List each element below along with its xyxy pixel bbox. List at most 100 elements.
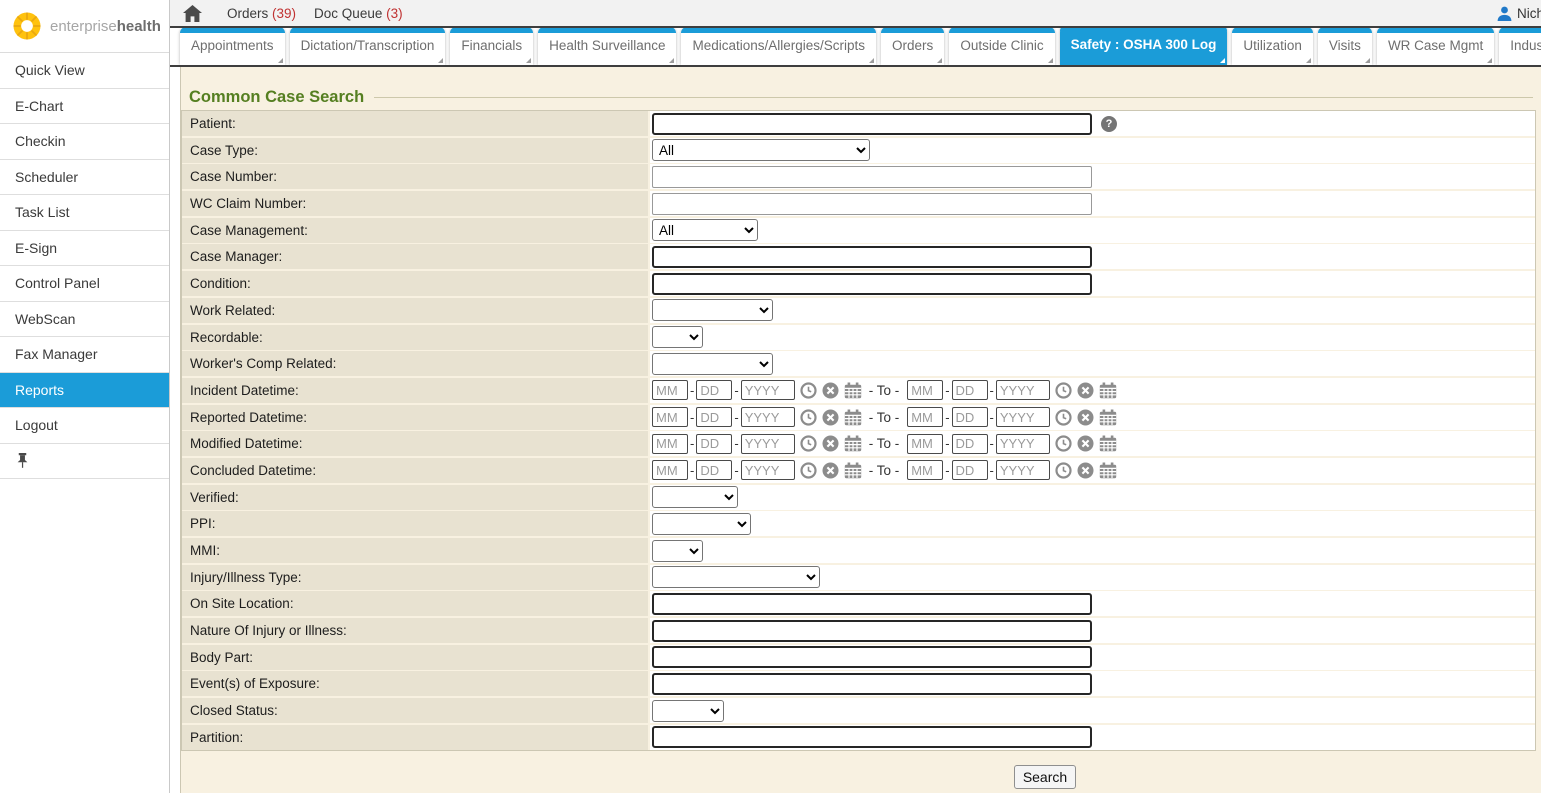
clock-icon[interactable] bbox=[800, 435, 817, 452]
dropdown-select[interactable] bbox=[652, 353, 773, 375]
sidebar-item-fax-manager[interactable]: Fax Manager bbox=[0, 337, 169, 373]
clock-icon[interactable] bbox=[800, 382, 817, 399]
day-input[interactable] bbox=[696, 434, 732, 454]
field-label: Body Part: bbox=[190, 650, 253, 665]
dropdown-select[interactable] bbox=[652, 299, 773, 321]
text-input[interactable] bbox=[652, 593, 1092, 615]
clear-date-icon[interactable] bbox=[1077, 435, 1094, 452]
month-input[interactable] bbox=[907, 460, 943, 480]
sidebar-item-logout[interactable]: Logout bbox=[0, 408, 169, 444]
clear-date-icon[interactable] bbox=[1077, 462, 1094, 479]
calendar-icon[interactable] bbox=[1099, 382, 1117, 399]
clock-icon[interactable] bbox=[1055, 382, 1072, 399]
brand-logo: enterprisehealth bbox=[0, 0, 169, 53]
month-input[interactable] bbox=[907, 407, 943, 427]
day-input[interactable] bbox=[696, 380, 732, 400]
tab-health-surveillance[interactable]: Health Surveillance bbox=[538, 28, 676, 65]
tab-industrial-hygiene[interactable]: Industrial Hygiene bbox=[1499, 28, 1541, 65]
clear-date-icon[interactable] bbox=[822, 382, 839, 399]
dropdown-select[interactable] bbox=[652, 566, 820, 588]
clock-icon[interactable] bbox=[1055, 462, 1072, 479]
search-button[interactable]: Search bbox=[1014, 765, 1076, 789]
day-input[interactable] bbox=[696, 460, 732, 480]
text-input[interactable] bbox=[652, 726, 1092, 748]
help-icon[interactable]: ? bbox=[1101, 116, 1117, 132]
dropdown-select[interactable]: All bbox=[652, 219, 758, 241]
tab-orders[interactable]: Orders bbox=[881, 28, 944, 65]
tab-outside-clinic[interactable]: Outside Clinic bbox=[949, 28, 1054, 65]
clear-date-icon[interactable] bbox=[822, 409, 839, 426]
sidebar-item-task-list[interactable]: Task List bbox=[0, 195, 169, 231]
month-input[interactable] bbox=[907, 380, 943, 400]
clock-icon[interactable] bbox=[800, 462, 817, 479]
clear-date-icon[interactable] bbox=[1077, 382, 1094, 399]
user-menu[interactable]: Nich bbox=[1497, 6, 1541, 21]
tab-utilization[interactable]: Utilization bbox=[1232, 28, 1313, 65]
sidebar-item-webscan[interactable]: WebScan bbox=[0, 302, 169, 338]
calendar-icon[interactable] bbox=[1099, 409, 1117, 426]
year-input[interactable] bbox=[741, 460, 795, 480]
year-input[interactable] bbox=[996, 460, 1050, 480]
year-input[interactable] bbox=[741, 380, 795, 400]
dropdown-select[interactable] bbox=[652, 486, 738, 508]
sidebar-item-quick-view[interactable]: Quick View bbox=[0, 53, 169, 89]
calendar-icon[interactable] bbox=[1099, 435, 1117, 452]
tab-wr-case-mgmt[interactable]: WR Case Mgmt bbox=[1377, 28, 1494, 65]
text-input[interactable] bbox=[652, 646, 1092, 668]
tab-appointments[interactable]: Appointments bbox=[180, 28, 285, 65]
dropdown-select[interactable] bbox=[652, 513, 751, 535]
text-input[interactable] bbox=[652, 673, 1092, 695]
clock-icon[interactable] bbox=[1055, 435, 1072, 452]
day-input[interactable] bbox=[952, 407, 988, 427]
dropdown-select[interactable]: All bbox=[652, 139, 870, 161]
clock-icon[interactable] bbox=[800, 409, 817, 426]
dropdown-select[interactable] bbox=[652, 326, 703, 348]
tab-financials[interactable]: Financials bbox=[450, 28, 533, 65]
year-input[interactable] bbox=[996, 380, 1050, 400]
clear-date-icon[interactable] bbox=[822, 435, 839, 452]
month-input[interactable] bbox=[652, 460, 688, 480]
doc-queue-link[interactable]: Doc Queue (3) bbox=[314, 6, 403, 21]
calendar-icon[interactable] bbox=[844, 435, 862, 452]
day-input[interactable] bbox=[952, 434, 988, 454]
tab-safety-osha-300-log[interactable]: Safety : OSHA 300 Log bbox=[1060, 28, 1228, 65]
day-input[interactable] bbox=[696, 407, 732, 427]
text-input[interactable] bbox=[652, 620, 1092, 642]
year-input[interactable] bbox=[996, 407, 1050, 427]
year-input[interactable] bbox=[741, 407, 795, 427]
sidebar-pin-row[interactable] bbox=[0, 444, 169, 479]
year-input[interactable] bbox=[996, 434, 1050, 454]
text-input[interactable] bbox=[652, 193, 1092, 215]
home-button[interactable] bbox=[183, 5, 202, 22]
orders-link[interactable]: Orders (39) bbox=[227, 6, 296, 21]
clear-date-icon[interactable] bbox=[1077, 409, 1094, 426]
day-input[interactable] bbox=[952, 460, 988, 480]
calendar-icon[interactable] bbox=[1099, 462, 1117, 479]
tab-dictation-transcription[interactable]: Dictation/Transcription bbox=[290, 28, 446, 65]
tab-medications-allergies-scripts[interactable]: Medications/Allergies/Scripts bbox=[681, 28, 876, 65]
month-input[interactable] bbox=[652, 407, 688, 427]
month-input[interactable] bbox=[907, 434, 943, 454]
day-input[interactable] bbox=[952, 380, 988, 400]
sidebar-item-control-panel[interactable]: Control Panel bbox=[0, 266, 169, 302]
text-input[interactable] bbox=[652, 113, 1092, 135]
text-input[interactable] bbox=[652, 273, 1092, 295]
tab-visits[interactable]: Visits bbox=[1318, 28, 1372, 65]
clear-date-icon[interactable] bbox=[822, 462, 839, 479]
month-input[interactable] bbox=[652, 434, 688, 454]
text-input[interactable] bbox=[652, 166, 1092, 188]
sidebar-item-checkin[interactable]: Checkin bbox=[0, 124, 169, 160]
clock-icon[interactable] bbox=[1055, 409, 1072, 426]
text-input[interactable] bbox=[652, 246, 1092, 268]
calendar-icon[interactable] bbox=[844, 409, 862, 426]
calendar-icon[interactable] bbox=[844, 382, 862, 399]
year-input[interactable] bbox=[741, 434, 795, 454]
sidebar-item-e-chart[interactable]: E-Chart bbox=[0, 89, 169, 125]
dropdown-select[interactable] bbox=[652, 540, 703, 562]
sidebar-item-e-sign[interactable]: E-Sign bbox=[0, 231, 169, 267]
month-input[interactable] bbox=[652, 380, 688, 400]
calendar-icon[interactable] bbox=[844, 462, 862, 479]
sidebar-item-reports[interactable]: Reports bbox=[0, 373, 169, 409]
dropdown-select[interactable] bbox=[652, 700, 724, 722]
sidebar-item-scheduler[interactable]: Scheduler bbox=[0, 160, 169, 196]
